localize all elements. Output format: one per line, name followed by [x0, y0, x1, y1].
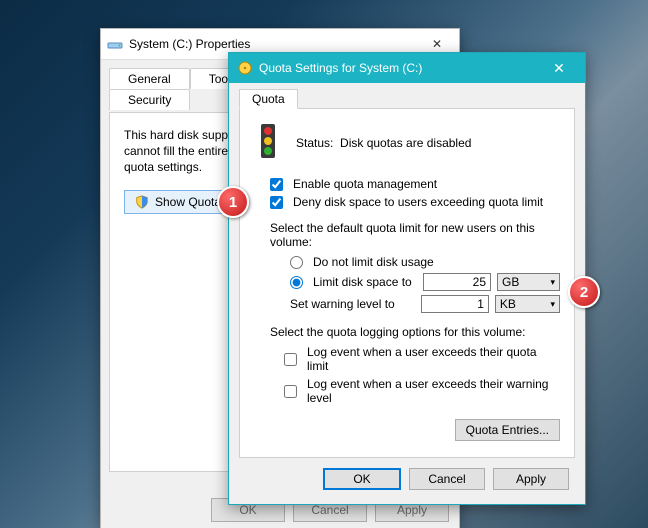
quota-apply-button[interactable]: Apply: [493, 468, 569, 490]
quota-titlebar[interactable]: Quota Settings for System (C:) ✕: [229, 53, 585, 83]
properties-title: System (C:) Properties: [129, 37, 421, 51]
chevron-down-icon: ▾: [550, 277, 555, 288]
quota-close-button[interactable]: ✕: [541, 60, 577, 77]
warn-value-input[interactable]: [421, 295, 489, 313]
deny-space-label: Deny disk space to users exceeding quota…: [293, 195, 543, 209]
logging-section-label: Select the quota logging options for thi…: [270, 325, 560, 339]
tab-quota[interactable]: Quota: [239, 89, 298, 109]
no-limit-radio[interactable]: [290, 256, 303, 269]
log-warn-label: Log event when a user exceeds their warn…: [307, 377, 560, 405]
warn-unit-dropdown[interactable]: KB ▾: [495, 295, 560, 313]
quota-cancel-button[interactable]: Cancel: [409, 468, 485, 490]
limit-value-input[interactable]: [423, 273, 491, 291]
log-limit-label: Log event when a user exceeds their quot…: [307, 345, 560, 373]
log-warn-checkbox[interactable]: [284, 385, 297, 398]
deny-space-checkbox[interactable]: [270, 196, 283, 209]
log-limit-checkbox[interactable]: [284, 353, 297, 366]
no-limit-label: Do not limit disk usage: [313, 255, 434, 269]
chevron-down-icon: ▾: [550, 299, 555, 310]
shield-icon: [135, 195, 149, 209]
warn-label: Set warning level to: [290, 297, 415, 311]
properties-close-button[interactable]: ✕: [421, 37, 453, 51]
quota-button-row: OK Cancel Apply: [239, 458, 575, 494]
traffic-light-icon: [254, 123, 282, 163]
drive-icon: [107, 36, 123, 52]
quota-ok-button[interactable]: OK: [323, 468, 401, 490]
default-limit-section-label: Select the default quota limit for new u…: [270, 221, 560, 249]
status-text: Status: Disk quotas are disabled: [296, 136, 471, 150]
enable-quota-checkbox[interactable]: [270, 178, 283, 191]
quota-entries-button[interactable]: Quota Entries...: [455, 419, 560, 441]
quota-title: Quota Settings for System (C:): [259, 61, 541, 75]
limit-radio[interactable]: [290, 276, 303, 289]
disk-icon: [237, 60, 253, 76]
annotation-badge-2: 2: [568, 276, 600, 308]
enable-quota-label: Enable quota management: [293, 177, 437, 191]
quota-settings-window: Quota Settings for System (C:) ✕ Quota S…: [228, 52, 586, 505]
tab-security[interactable]: Security: [109, 89, 190, 110]
tab-general[interactable]: General: [109, 68, 190, 89]
limit-label: Limit disk space to: [313, 275, 417, 289]
quota-panel: Status: Disk quotas are disabled Enable …: [239, 108, 575, 458]
annotation-badge-1: 1: [217, 186, 249, 218]
limit-unit-dropdown[interactable]: GB ▾: [497, 273, 560, 291]
